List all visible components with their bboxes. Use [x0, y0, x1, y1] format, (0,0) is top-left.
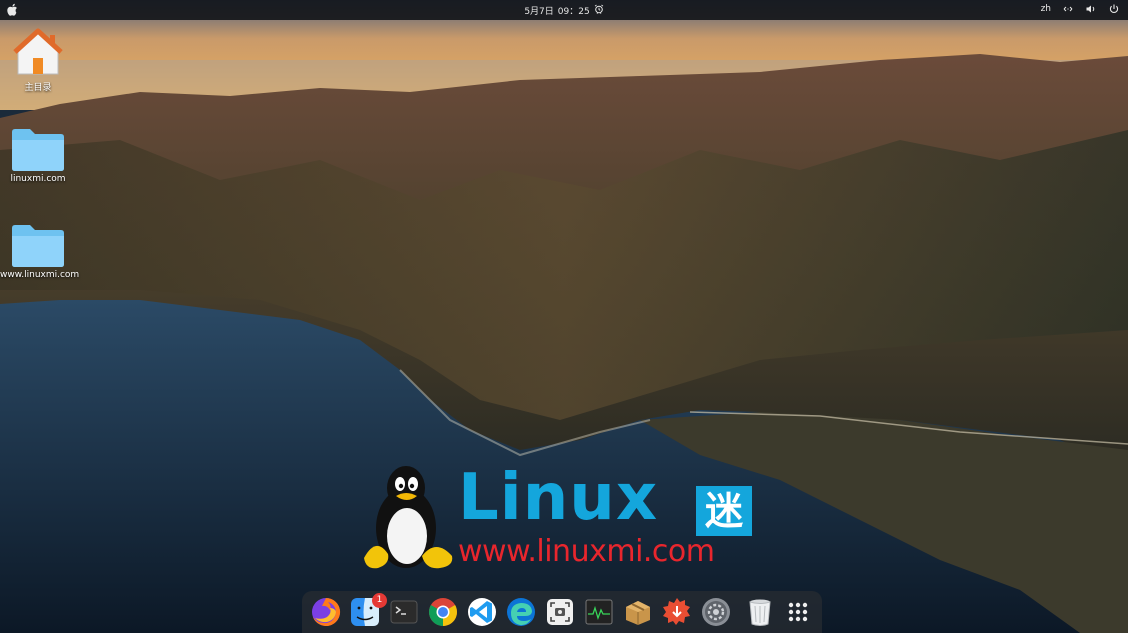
watermark-word: Linux: [458, 461, 659, 535]
desktop-icon-linuxmi[interactable]: linuxmi.com: [0, 126, 76, 184]
time-label[interactable]: 09：25: [558, 4, 590, 17]
system-monitor-icon: [585, 599, 613, 625]
desktop-icon-label: www.linuxmi.com: [0, 270, 80, 280]
watermark-mark: 迷: [696, 486, 752, 536]
date-label[interactable]: 5月7日: [524, 4, 553, 17]
desktop-icon-www-linuxmi[interactable]: www.linuxmi.com: [0, 222, 80, 280]
desktop-icon-label: 主目录: [24, 83, 52, 93]
power-icon[interactable]: [1108, 3, 1120, 15]
dock-item-app-grid[interactable]: [782, 596, 814, 628]
dock-item-finder[interactable]: 1: [349, 593, 387, 628]
dock-item-settings[interactable]: [700, 596, 732, 628]
screenshot-icon: [547, 599, 573, 625]
dock-item-screenshot[interactable]: [544, 596, 576, 628]
volume-icon[interactable]: [1085, 3, 1097, 15]
notification-badge: 1: [372, 593, 387, 608]
system-tray: zh: [1041, 3, 1120, 15]
tux-penguin-icon: [364, 466, 453, 569]
terminal-icon: [390, 600, 418, 624]
desktop-icon-home[interactable]: 主目录: [0, 26, 76, 93]
edge-icon: [507, 598, 535, 626]
linuxmi-watermark: Linux 迷 www.linuxmi.com: [360, 458, 780, 576]
archive-manager-icon: [626, 601, 650, 625]
app-grid-icon: [788, 602, 808, 622]
folder-icon: [12, 129, 64, 171]
firefox-icon: [312, 597, 341, 626]
desktop-icon-label: linuxmi.com: [10, 174, 66, 184]
network-icon[interactable]: [1062, 3, 1074, 15]
vscode-icon: [468, 598, 496, 626]
dock-item-firefox[interactable]: [310, 596, 342, 628]
chrome-icon: [429, 598, 457, 626]
dock-item-system-monitor[interactable]: [583, 596, 615, 628]
top-panel: 5月7日 09：25 zh: [0, 0, 1128, 20]
alarm-clock-icon[interactable]: [594, 4, 604, 14]
dock-item-terminal[interactable]: [388, 596, 420, 628]
dock-item-trash[interactable]: [744, 596, 776, 628]
watermark-url: www.linuxmi.com: [458, 534, 715, 569]
apple-icon[interactable]: [6, 3, 18, 17]
dock-item-archive-manager[interactable]: [622, 596, 654, 628]
input-method-indicator[interactable]: zh: [1041, 4, 1051, 14]
dock-item-software-updater[interactable]: [661, 596, 693, 628]
dock-item-chrome[interactable]: [427, 596, 459, 628]
folder-icon: [12, 225, 64, 267]
home-folder-icon: [13, 28, 63, 75]
software-updater-icon: [663, 598, 690, 625]
dock-item-vscode[interactable]: [466, 596, 498, 628]
dock: 1: [302, 591, 822, 633]
clock[interactable]: 5月7日 09：25: [0, 4, 1128, 17]
settings-icon: [702, 598, 730, 626]
trash-icon: [749, 599, 771, 626]
dock-item-edge[interactable]: [505, 596, 537, 628]
